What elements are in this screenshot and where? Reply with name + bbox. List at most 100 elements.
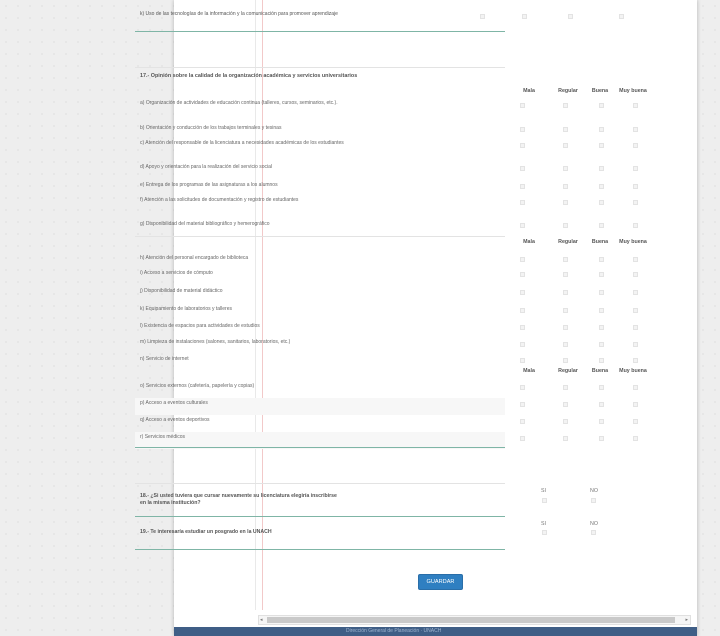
radio-buena[interactable] — [599, 308, 604, 313]
radio-mala[interactable] — [520, 166, 525, 171]
radio-muy-buena[interactable] — [633, 290, 638, 295]
question-19-text: 19.- Te interesaría estudiar un posgrado… — [140, 529, 272, 535]
scroll-right-icon[interactable]: ▸ — [685, 616, 688, 624]
scrollbar-thumb[interactable] — [267, 617, 675, 623]
radio-buena[interactable] — [599, 200, 604, 205]
radio-16k-regular[interactable] — [522, 14, 527, 19]
radio-buena[interactable] — [599, 166, 604, 171]
radio-regular[interactable] — [563, 342, 568, 347]
radio-mala[interactable] — [520, 402, 525, 407]
radio-regular[interactable] — [563, 166, 568, 171]
rating-row: q) Acceso a eventos deportivos — [135, 415, 505, 432]
radio-mala[interactable] — [520, 257, 525, 262]
radio-mala[interactable] — [520, 419, 525, 424]
save-button[interactable]: GUARDAR — [418, 574, 463, 590]
radio-mala[interactable] — [520, 436, 525, 441]
rating-row: j) Disponibilidad de material didáctico — [135, 286, 505, 303]
radio-muy-buena[interactable] — [633, 402, 638, 407]
col-mala: Mala — [523, 88, 535, 94]
radio-mala[interactable] — [520, 143, 525, 148]
radio-mala[interactable] — [520, 103, 525, 108]
radio-muy-buena[interactable] — [633, 342, 638, 347]
radio-16k-muy-buena[interactable] — [619, 14, 624, 19]
radio-regular[interactable] — [563, 419, 568, 424]
radio-buena[interactable] — [599, 402, 604, 407]
radio-muy-buena[interactable] — [633, 103, 638, 108]
radio-mala[interactable] — [520, 272, 525, 277]
radio-regular[interactable] — [563, 436, 568, 441]
radio-muy-buena[interactable] — [633, 166, 638, 171]
radio-regular[interactable] — [563, 290, 568, 295]
q18-yes-label: SI — [541, 488, 547, 494]
radio-regular[interactable] — [563, 127, 568, 132]
radio-buena[interactable] — [599, 385, 604, 390]
radio-regular[interactable] — [563, 325, 568, 330]
radio-regular[interactable] — [563, 308, 568, 313]
radio-mala[interactable] — [520, 308, 525, 313]
radio-muy-buena[interactable] — [633, 257, 638, 262]
radio-regular[interactable] — [563, 257, 568, 262]
radio-q18-yes[interactable] — [542, 498, 547, 503]
radio-buena[interactable] — [599, 143, 604, 148]
radio-buena[interactable] — [599, 272, 604, 277]
radio-buena[interactable] — [599, 257, 604, 262]
radio-muy-buena[interactable] — [633, 200, 638, 205]
scroll-left-icon[interactable]: ◂ — [260, 616, 263, 624]
radio-regular[interactable] — [563, 385, 568, 390]
radio-regular[interactable] — [563, 223, 568, 228]
radio-buena[interactable] — [599, 290, 604, 295]
question-16-item-k: k) Uso de las tecnologías de la informac… — [135, 11, 505, 29]
radio-buena[interactable] — [599, 127, 604, 132]
radio-mala[interactable] — [520, 325, 525, 330]
radio-regular[interactable] — [563, 402, 568, 407]
radio-mala[interactable] — [520, 342, 525, 347]
radio-buena[interactable] — [599, 342, 604, 347]
radio-buena[interactable] — [599, 436, 604, 441]
radio-q18-no[interactable] — [591, 498, 596, 503]
radio-buena[interactable] — [599, 184, 604, 189]
radio-regular[interactable] — [563, 103, 568, 108]
page-background-right — [697, 0, 720, 636]
rating-row-label: l) Existencia de espacios para actividad… — [140, 323, 260, 329]
radio-buena[interactable] — [599, 223, 604, 228]
radio-mala[interactable] — [520, 358, 525, 363]
radio-mala[interactable] — [520, 385, 525, 390]
radio-muy-buena[interactable] — [633, 272, 638, 277]
radio-regular[interactable] — [563, 200, 568, 205]
radio-muy-buena[interactable] — [633, 325, 638, 330]
radio-16k-buena[interactable] — [568, 14, 573, 19]
section-divider — [135, 516, 505, 517]
radio-mala[interactable] — [520, 127, 525, 132]
radio-muy-buena[interactable] — [633, 308, 638, 313]
radio-muy-buena[interactable] — [633, 127, 638, 132]
col-muy-buena: Muy buena — [619, 88, 647, 94]
item-label: k) Uso de las tecnologías de la informac… — [140, 11, 338, 17]
radio-muy-buena[interactable] — [633, 419, 638, 424]
radio-buena[interactable] — [599, 358, 604, 363]
radio-mala[interactable] — [520, 290, 525, 295]
radio-regular[interactable] — [563, 358, 568, 363]
radio-regular[interactable] — [563, 184, 568, 189]
section-divider — [135, 447, 505, 448]
section-divider — [135, 549, 505, 550]
radio-buena[interactable] — [599, 419, 604, 424]
radio-buena[interactable] — [599, 325, 604, 330]
radio-muy-buena[interactable] — [633, 223, 638, 228]
radio-mala[interactable] — [520, 200, 525, 205]
radio-regular[interactable] — [563, 272, 568, 277]
radio-buena[interactable] — [599, 103, 604, 108]
rating-row-label: g) Disponibilidad del material bibliográ… — [140, 221, 270, 227]
radio-regular[interactable] — [563, 143, 568, 148]
radio-16k-mala[interactable] — [480, 14, 485, 19]
radio-muy-buena[interactable] — [633, 358, 638, 363]
radio-muy-buena[interactable] — [633, 143, 638, 148]
radio-q19-no[interactable] — [591, 530, 596, 535]
radio-muy-buena[interactable] — [633, 436, 638, 441]
radio-mala[interactable] — [520, 223, 525, 228]
horizontal-scrollbar[interactable]: ◂ ▸ — [258, 615, 691, 625]
radio-muy-buena[interactable] — [633, 385, 638, 390]
radio-mala[interactable] — [520, 184, 525, 189]
col-mala: Mala — [523, 368, 535, 374]
radio-muy-buena[interactable] — [633, 184, 638, 189]
radio-q19-yes[interactable] — [542, 530, 547, 535]
